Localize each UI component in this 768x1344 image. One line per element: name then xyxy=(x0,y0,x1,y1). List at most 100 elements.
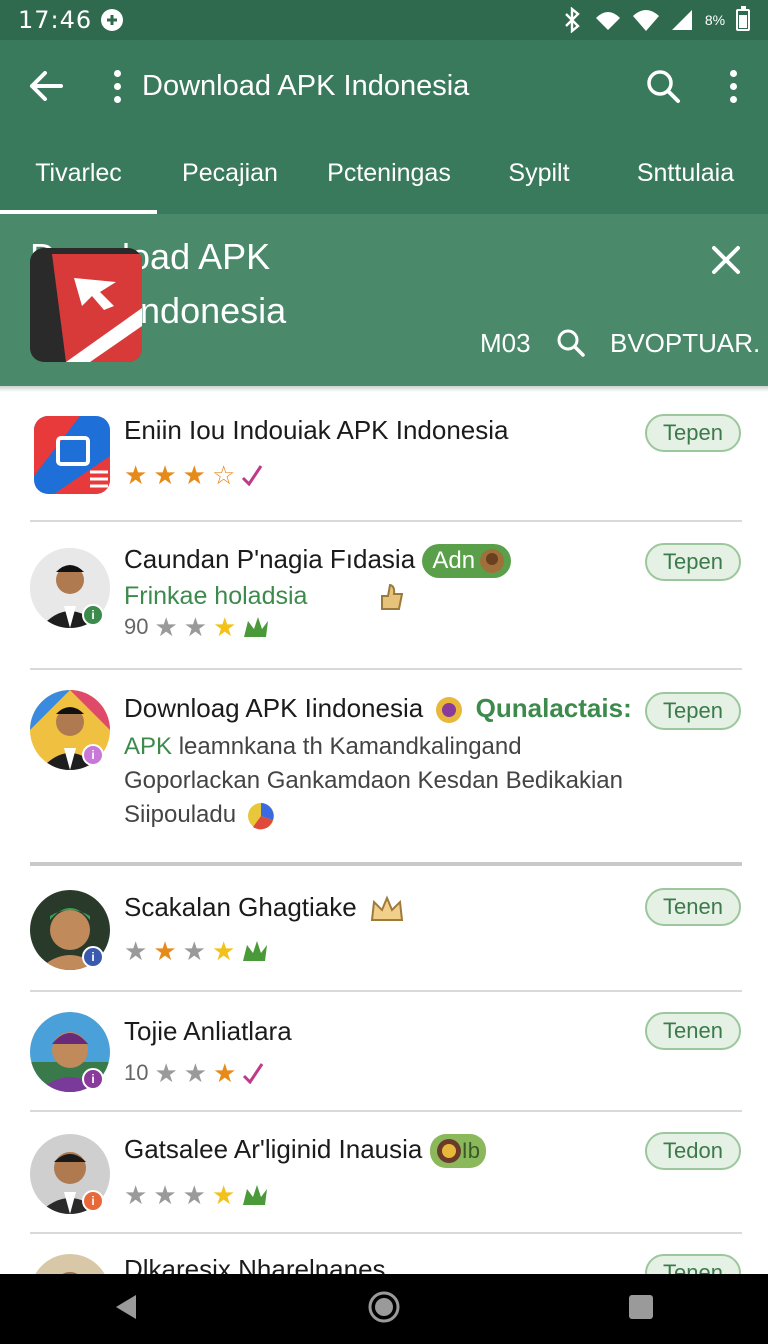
item-2-name[interactable]: Caundan P'nagia Fıdasia Adn xyxy=(124,544,512,579)
item-2-title: Caundan P'nagia Fıdasia xyxy=(124,544,416,574)
divider xyxy=(30,520,742,522)
badge-emblem-icon xyxy=(436,697,463,724)
item-3-name[interactable]: Downloag APK Iindonesia Qunalactais: xyxy=(124,693,632,725)
more-vert-icon xyxy=(113,69,121,103)
apk-logo-icon xyxy=(30,248,142,362)
star-half-icon: ★ xyxy=(211,936,236,966)
back-button[interactable] xyxy=(0,40,92,132)
app-logo-icon xyxy=(34,416,110,494)
nav-back-button[interactable] xyxy=(112,1292,142,1327)
item-3-desc-line2: Goporlackan Gankamdaon Kesdan Bedikakian xyxy=(124,767,623,794)
crown-icon xyxy=(243,1185,268,1205)
item-6-name[interactable]: Gatsalee Ar'liginid Inausia Ib xyxy=(124,1134,486,1169)
verified-badge-icon: i xyxy=(82,1190,104,1212)
check-icon xyxy=(243,1063,264,1084)
item-6-title: Gatsalee Ar'liginid Inausia xyxy=(124,1134,423,1164)
tab-2[interactable]: Pcteningas xyxy=(303,132,475,214)
close-button[interactable] xyxy=(706,240,746,280)
item-3-title: Downloag APK Iindonesia xyxy=(124,693,424,723)
item-6-badge: Ib xyxy=(429,1134,486,1169)
open-button-3[interactable]: Tepen xyxy=(645,692,741,730)
nav-recents-button[interactable] xyxy=(626,1292,656,1327)
item-1-rating: ★ ★ ★ ☆ xyxy=(124,462,263,488)
item-5-rating: 10 ★ ★ ★ xyxy=(124,1060,264,1086)
verified-badge-icon: i xyxy=(82,1068,104,1090)
crown-badge-icon xyxy=(370,895,404,922)
item-4-title: Scakalan Ghagtiake xyxy=(124,892,357,922)
circle-home-icon xyxy=(368,1291,400,1322)
item-6-rating: ★ ★ ★ ★ xyxy=(124,1182,269,1208)
banner-app-logo[interactable] xyxy=(30,248,142,362)
open-button-1[interactable]: Tepen xyxy=(645,414,741,452)
app-icon-1[interactable] xyxy=(34,416,110,494)
star-outline-icon: ☆ xyxy=(211,460,236,490)
search-icon xyxy=(647,70,680,103)
close-icon xyxy=(712,246,740,274)
status-time: 17:46 xyxy=(18,6,93,34)
notification-icon xyxy=(100,8,124,32)
tab-4[interactable]: Snttulaia xyxy=(603,132,768,214)
tab-3[interactable]: Sypilt xyxy=(475,132,603,214)
verified-badge-icon: i xyxy=(82,946,104,968)
search-icon xyxy=(557,329,585,357)
battery-icon xyxy=(736,6,750,31)
ad-badge: Adn xyxy=(422,544,512,579)
star-icon: ★ xyxy=(182,936,206,966)
open-button-2[interactable]: Tepen xyxy=(645,543,741,581)
overflow-menu-left[interactable] xyxy=(92,40,142,132)
more-vert-icon xyxy=(729,69,737,103)
star-icon: ★ xyxy=(153,1180,177,1210)
crown-icon xyxy=(244,617,269,637)
vibrate-icon xyxy=(594,8,622,32)
open-button-5[interactable]: Tenen xyxy=(645,1012,741,1050)
face-icon xyxy=(480,549,505,574)
ad-badge-label: Adn xyxy=(432,547,476,575)
star-icon: ★ xyxy=(183,612,208,642)
star-half-icon: ★ xyxy=(211,1180,236,1210)
open-button-6[interactable]: Tedon xyxy=(645,1132,741,1170)
emblem-icon xyxy=(436,1139,461,1164)
item-2-subtitle: Frinkae holadsia xyxy=(124,582,308,610)
item-3-desc-line3: Siipouladu xyxy=(124,801,275,830)
item-3-desc-end: Siipouladu xyxy=(124,801,237,828)
star-half-icon: ★ xyxy=(213,612,237,642)
triangle-back-icon xyxy=(116,1294,137,1319)
divider xyxy=(30,862,742,866)
item-3-desc-text: leamnkana th Kamandkalingand xyxy=(172,733,522,760)
status-bar: 17:46 8% xyxy=(0,0,768,40)
tab-0[interactable]: Tivarlec xyxy=(0,132,157,214)
verified-badge-icon: i xyxy=(82,744,104,766)
divider xyxy=(30,1110,742,1112)
star-icon: ★ xyxy=(183,1058,208,1088)
nav-home-button[interactable] xyxy=(367,1290,401,1329)
tab-1[interactable]: Pecajian xyxy=(157,132,303,214)
overflow-menu-button[interactable] xyxy=(698,40,768,132)
banner-title-suffix: ndonesia xyxy=(140,290,287,331)
divider xyxy=(30,990,742,992)
item-2-rating: 90 ★ ★ ★ xyxy=(124,614,270,640)
star-icon: ★ xyxy=(124,936,148,966)
item-4-rating: ★ ★ ★ ★ xyxy=(124,938,269,964)
star-icon: ★ xyxy=(153,460,177,490)
open-button-4[interactable]: Tenen xyxy=(645,888,741,926)
app-bar: Download APK Indonesia xyxy=(0,40,768,132)
banner-search-button[interactable] xyxy=(556,328,586,363)
star-icon: ★ xyxy=(182,460,206,490)
search-button[interactable] xyxy=(628,40,698,132)
item-6-badge-label: Ib xyxy=(461,1138,480,1164)
banner-popular-link[interactable]: BVOPTUAR. xyxy=(610,328,760,359)
item-1-name[interactable]: Eniin Iou Indouiak APK Indonesia xyxy=(124,415,509,446)
square-recents-icon xyxy=(628,1294,653,1319)
crown-icon xyxy=(243,941,268,961)
item-5-name[interactable]: Tojie Anliatlara xyxy=(124,1016,292,1047)
battery-percent: 8% xyxy=(704,12,726,28)
star-icon: ★ xyxy=(153,936,177,966)
rating-count: 10 xyxy=(124,1060,149,1085)
check-icon xyxy=(242,465,263,486)
star-icon: ★ xyxy=(124,1180,148,1210)
banner-code: M03 xyxy=(480,328,531,358)
item-4-name[interactable]: Scakalan Ghagtiake xyxy=(124,892,404,924)
item-3-tag: Qunalactais: xyxy=(475,693,632,723)
star-icon: ★ xyxy=(154,1058,178,1088)
signal-icon xyxy=(670,8,694,32)
